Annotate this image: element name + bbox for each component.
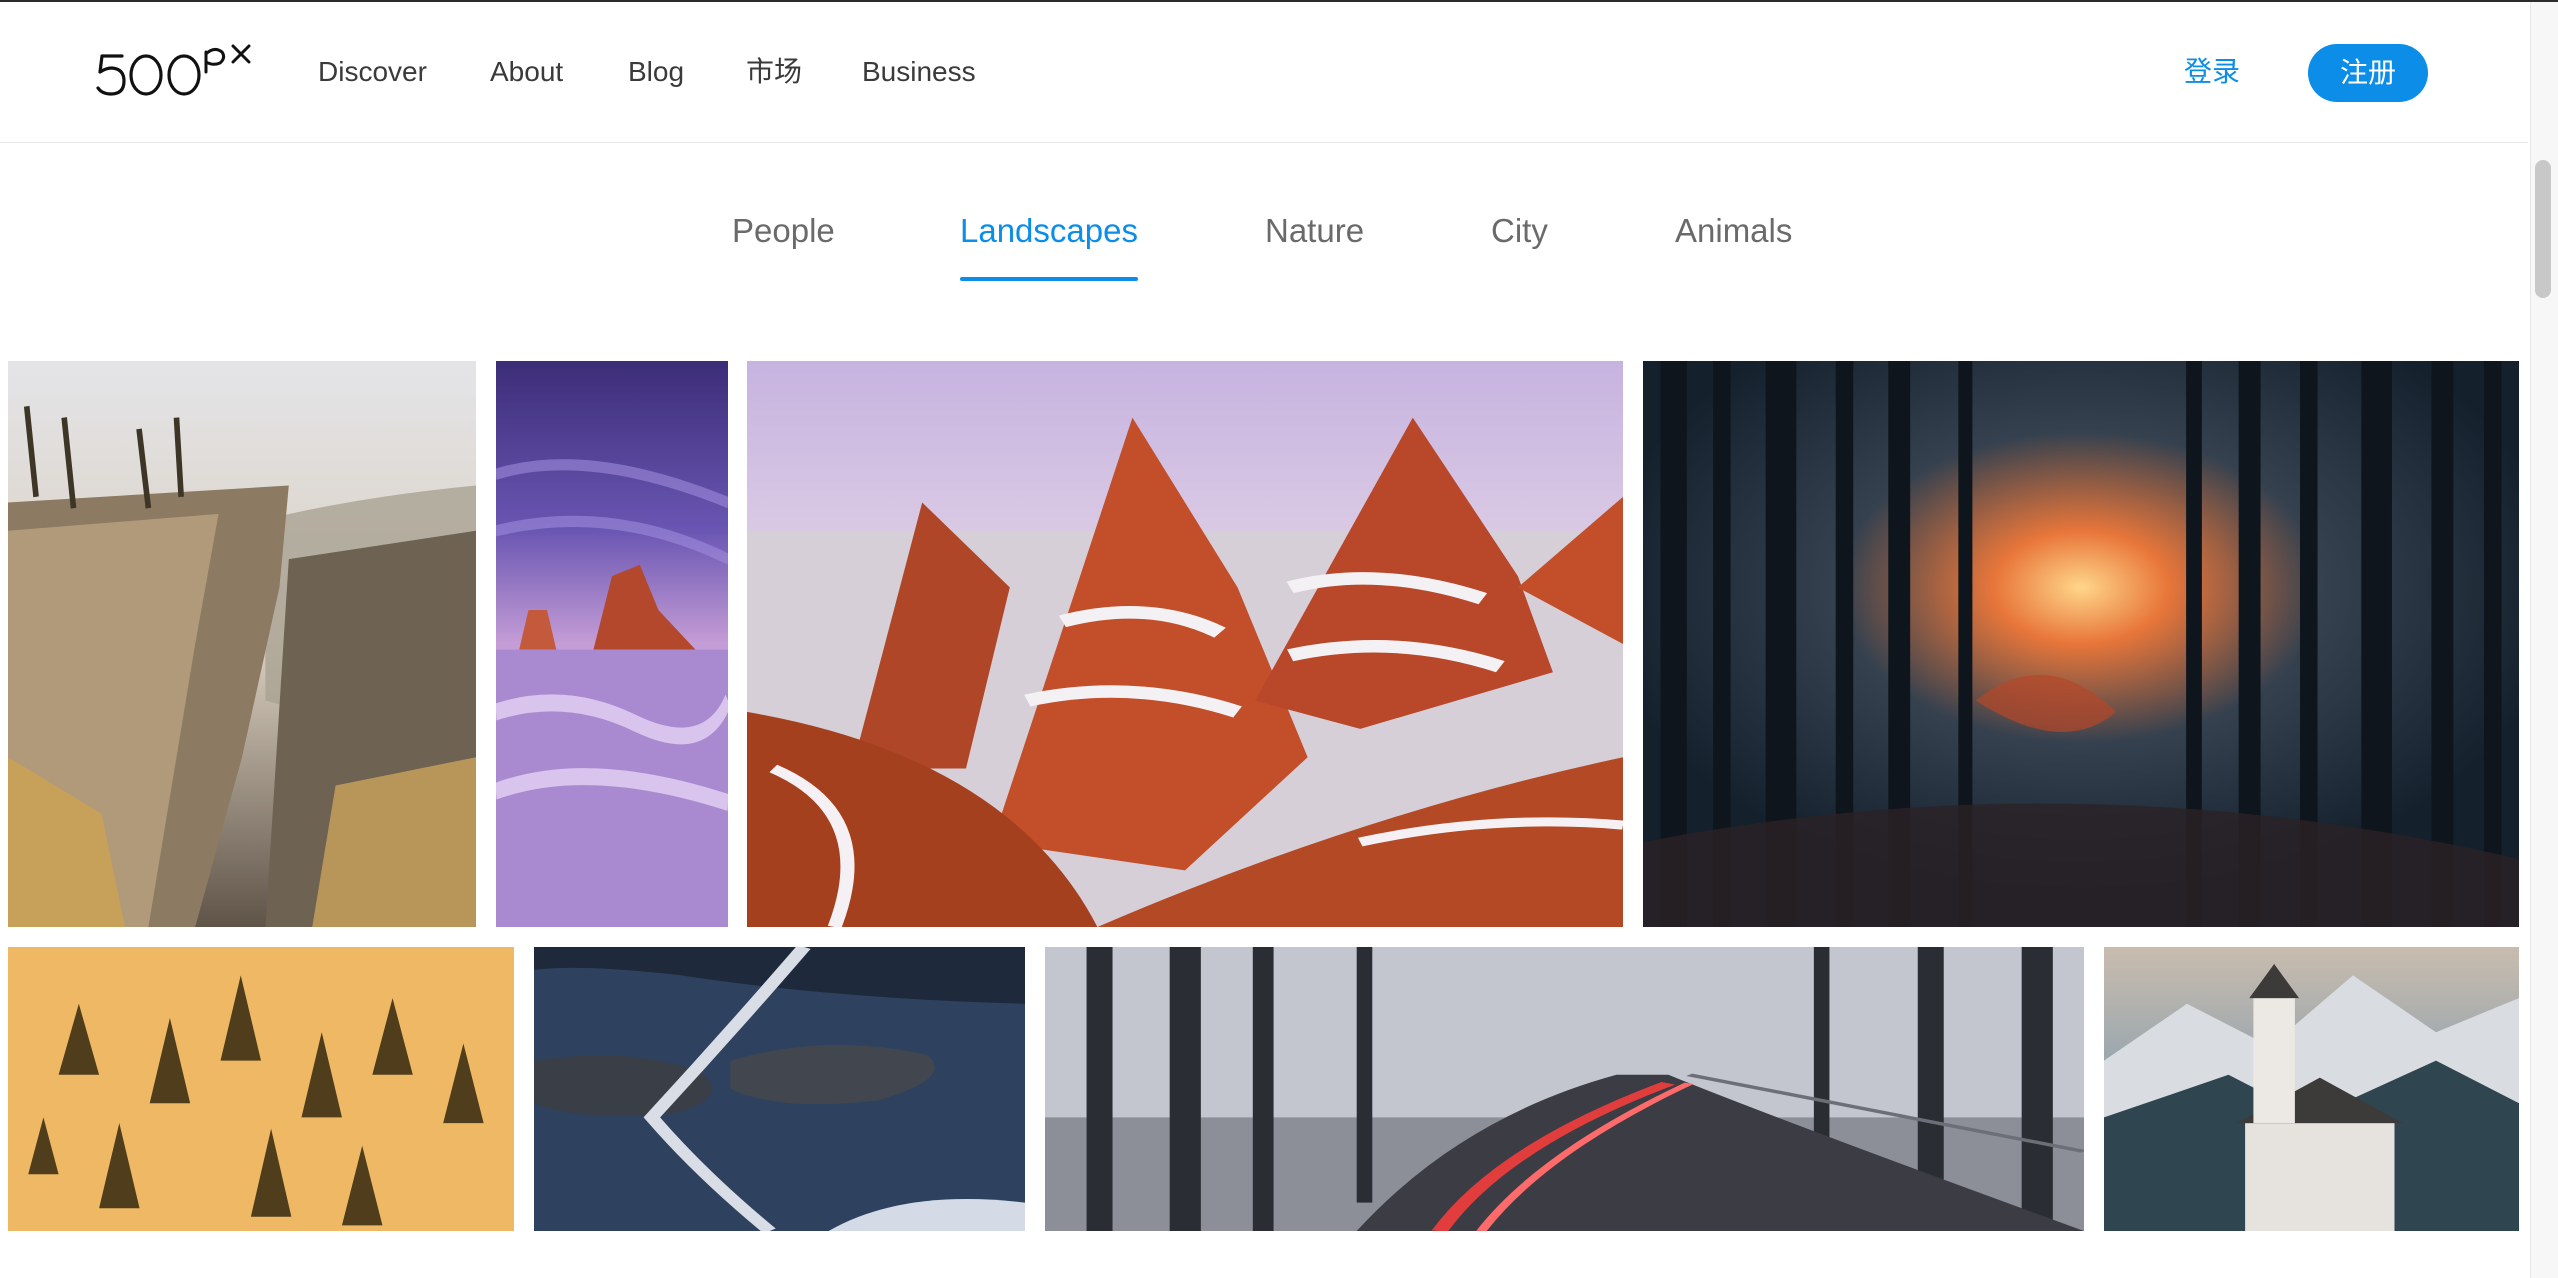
logo-icon <box>96 44 251 96</box>
site-header: Discover About Blog 市场 Business 登录 注册 <box>0 2 2528 143</box>
nav-business[interactable]: Business <box>862 54 976 90</box>
tab-landscapes[interactable]: Landscapes <box>960 210 1138 252</box>
photo-cliff-canyon[interactable] <box>8 361 476 927</box>
nav-discover[interactable]: Discover <box>318 54 427 90</box>
photo-cliff-canyon-image <box>8 361 476 927</box>
active-tab-indicator <box>960 277 1138 281</box>
signup-button[interactable]: 注册 <box>2308 44 2428 102</box>
nav-about[interactable]: About <box>490 54 563 90</box>
tab-city[interactable]: City <box>1491 210 1548 252</box>
photo-sea-arch-image <box>496 361 728 927</box>
photo-aerial-bridge[interactable] <box>534 947 1025 1231</box>
photo-mountain-church-image <box>2104 947 2519 1231</box>
login-link[interactable]: 登录 <box>2184 54 2240 90</box>
photo-red-sandstone-image <box>747 361 1623 927</box>
tab-people[interactable]: People <box>732 210 835 252</box>
tab-animals[interactable]: Animals <box>1675 210 1792 252</box>
tab-nature[interactable]: Nature <box>1265 210 1364 252</box>
photo-snowy-road-image <box>1045 947 2084 1231</box>
photo-red-sandstone[interactable] <box>747 361 1623 927</box>
photo-golden-forest-image <box>8 947 514 1231</box>
page-scrollbar-thumb[interactable] <box>2535 160 2551 298</box>
nav-blog[interactable]: Blog <box>628 54 684 90</box>
photo-sea-arch[interactable] <box>496 361 728 927</box>
photo-golden-forest[interactable] <box>8 947 514 1231</box>
logo-500px[interactable] <box>96 42 262 100</box>
photo-aerial-bridge-image <box>534 947 1025 1231</box>
photo-dark-forest[interactable] <box>1643 361 2519 927</box>
photo-dark-forest-image <box>1643 361 2519 927</box>
nav-market[interactable]: 市场 <box>746 54 802 90</box>
photo-snowy-road[interactable] <box>1045 947 2084 1231</box>
photo-mountain-church[interactable] <box>2104 947 2519 1231</box>
